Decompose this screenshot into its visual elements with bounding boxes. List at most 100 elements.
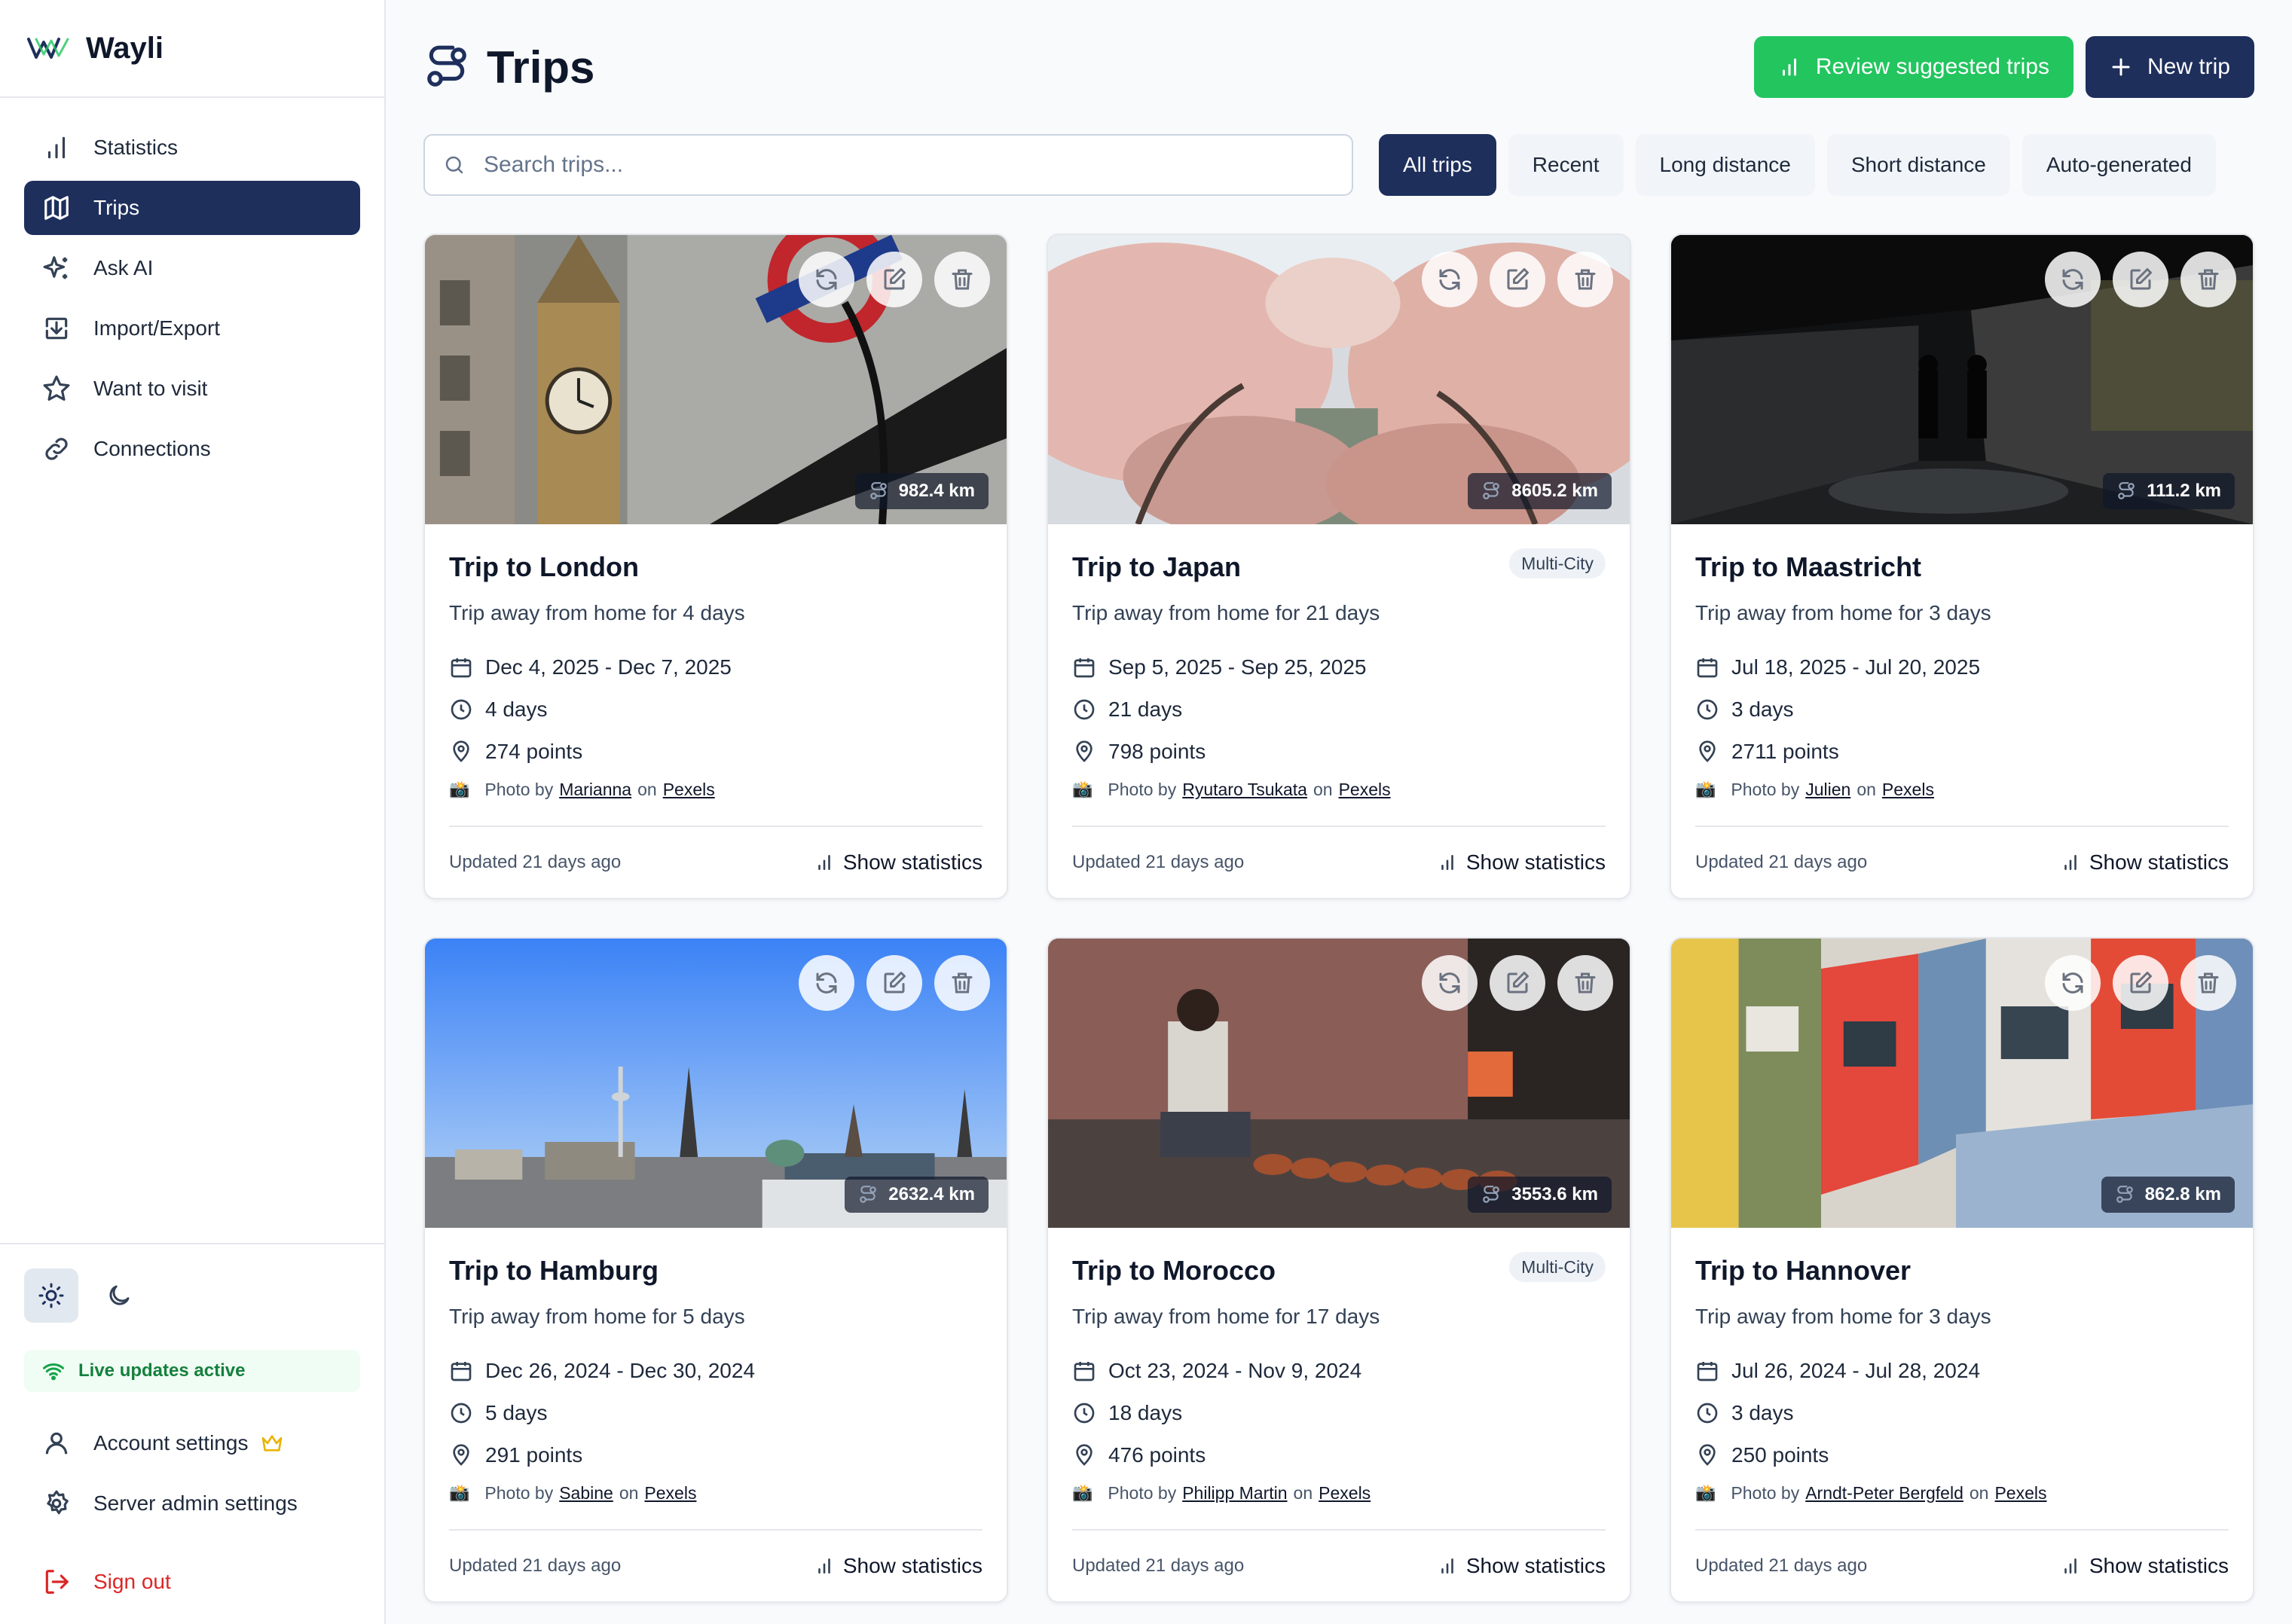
- dark-theme-button[interactable]: [92, 1268, 146, 1323]
- card-description: Trip away from home for 3 days: [1695, 601, 1991, 624]
- edit-button[interactable]: [866, 252, 922, 307]
- edit-button[interactable]: [1490, 955, 1545, 1011]
- points-text: 274 points: [485, 740, 583, 763]
- date-range: Sep 5, 2025 - Sep 25, 2025: [1072, 646, 1606, 688]
- edit-button[interactable]: [2113, 252, 2168, 307]
- filter-short-distance[interactable]: Short distance: [1826, 134, 2010, 196]
- sidebar-item-ask-ai[interactable]: Ask AI: [24, 241, 360, 295]
- photographer-link[interactable]: Marianna: [559, 780, 631, 800]
- delete-button[interactable]: [2180, 955, 2236, 1011]
- calendar-icon: [451, 1362, 472, 1381]
- distance-value: 3553.6 km: [1511, 1184, 1598, 1204]
- show-statistics-button[interactable]: Show statistics: [1438, 850, 1606, 875]
- filter-recent[interactable]: Recent: [1508, 134, 1624, 196]
- trash-icon: [1575, 269, 1596, 290]
- sign-out-button[interactable]: Sign out: [24, 1552, 360, 1612]
- duration-text: 21 days: [1108, 698, 1183, 721]
- show-statistics-button[interactable]: Show statistics: [2061, 850, 2229, 875]
- star-icon: [43, 375, 70, 401]
- distance-value: 982.4 km: [898, 481, 975, 501]
- show-statistics-button[interactable]: Show statistics: [814, 1554, 983, 1578]
- new-trip-button[interactable]: New trip: [2085, 36, 2254, 98]
- source-link[interactable]: Pexels: [644, 1483, 696, 1503]
- trip-card[interactable]: 111.2 km Trip to Maastricht Trip away fr…: [1670, 234, 2254, 899]
- sidebar-item-label: Connections: [93, 437, 211, 460]
- server-admin-settings-link[interactable]: Server admin settings: [24, 1473, 360, 1534]
- delete-button[interactable]: [2180, 252, 2236, 307]
- crown-icon: [262, 1435, 283, 1452]
- photo-credit: 📸 Photo by Marianna on Pexels: [449, 774, 983, 804]
- search-input[interactable]: [484, 152, 1313, 178]
- edit-button[interactable]: [866, 955, 922, 1011]
- refresh-button[interactable]: [799, 252, 854, 307]
- sun-icon: [38, 1283, 64, 1308]
- filter-all-trips[interactable]: All trips: [1379, 134, 1496, 196]
- source-link[interactable]: Pexels: [663, 780, 715, 800]
- delete-button[interactable]: [1557, 252, 1613, 307]
- card-description: Trip away from home for 17 days: [1072, 1305, 1380, 1328]
- points-text: 291 points: [485, 1443, 583, 1467]
- trip-card[interactable]: 2632.4 km Trip to Hamburg Trip away from…: [423, 937, 1008, 1603]
- points: 274 points: [449, 731, 983, 773]
- card-body: Trip to Morocco Multi-City Trip away fro…: [1048, 1228, 1630, 1508]
- refresh-button[interactable]: [2045, 955, 2101, 1011]
- trip-card[interactable]: 3553.6 km Trip to Morocco Multi-City Tri…: [1047, 937, 1631, 1603]
- camera-icon: 📸: [449, 1483, 470, 1502]
- edit-button[interactable]: [2113, 955, 2168, 1011]
- light-theme-button[interactable]: [24, 1268, 78, 1323]
- card-footer: Updated 21 days ago Show statistics: [1695, 1529, 2229, 1601]
- account-settings-link[interactable]: Account settings: [24, 1413, 360, 1473]
- photographer-link[interactable]: Arndt-Peter Bergfeld: [1805, 1483, 1963, 1503]
- trip-card[interactable]: 8605.2 km Trip to Japan Multi-City Trip …: [1047, 234, 1631, 899]
- on-label: on: [1293, 1482, 1313, 1503]
- edit-button[interactable]: [1490, 252, 1545, 307]
- delete-button[interactable]: [934, 252, 990, 307]
- route-icon: [860, 1186, 877, 1203]
- updated-text: Updated 21 days ago: [1695, 852, 1868, 872]
- photo-by-label: Photo by: [1108, 779, 1177, 799]
- show-statistics-label: Show statistics: [2089, 850, 2229, 874]
- sidebar-item-trips[interactable]: Trips: [24, 181, 360, 235]
- card-meta: Oct 23, 2024 - Nov 9, 2024 18 days 476 p…: [1072, 1350, 1606, 1508]
- photographer-link[interactable]: Philipp Martin: [1182, 1483, 1287, 1503]
- refresh-button[interactable]: [1422, 252, 1478, 307]
- photographer-link[interactable]: Sabine: [559, 1483, 613, 1503]
- refresh-button[interactable]: [799, 955, 854, 1011]
- filter-long-distance[interactable]: Long distance: [1635, 134, 1815, 196]
- route-icon: [427, 45, 466, 87]
- wifi-icon: [43, 1363, 64, 1381]
- edit-icon: [2130, 972, 2152, 994]
- sidebar-item-label: Trips: [93, 196, 140, 219]
- refresh-button[interactable]: [2045, 252, 2101, 307]
- source-link[interactable]: Pexels: [1339, 780, 1391, 800]
- delete-button[interactable]: [934, 955, 990, 1011]
- plus-icon: [2112, 58, 2130, 76]
- trash-icon: [2198, 972, 2219, 994]
- show-statistics-button[interactable]: Show statistics: [1438, 1554, 1606, 1578]
- map-pin-icon: [1699, 1444, 1716, 1466]
- camera-icon: 📸: [1695, 1483, 1716, 1502]
- trip-card[interactable]: 862.8 km Trip to Hannover Trip away from…: [1670, 937, 2254, 1603]
- delete-button[interactable]: [1557, 955, 1613, 1011]
- source-link[interactable]: Pexels: [1882, 780, 1934, 800]
- clock-icon: [1074, 699, 1095, 720]
- photographer-link[interactable]: Julien: [1805, 780, 1850, 800]
- trip-photo: 2632.4 km: [425, 939, 1007, 1228]
- sidebar-item-want-to-visit[interactable]: Want to visit: [24, 362, 360, 416]
- filter-auto-generated[interactable]: Auto-generated: [2022, 134, 2216, 196]
- trip-card[interactable]: 982.4 km Trip to London Trip away from h…: [423, 234, 1008, 899]
- show-statistics-button[interactable]: Show statistics: [814, 850, 983, 875]
- sidebar-item-connections[interactable]: Connections: [24, 422, 360, 476]
- sidebar-item-statistics[interactable]: Statistics: [24, 121, 360, 175]
- trip-photo: 111.2 km: [1671, 235, 2253, 524]
- source-link[interactable]: Pexels: [1994, 1483, 2046, 1503]
- photographer-link[interactable]: Ryutaro Tsukata: [1182, 780, 1307, 800]
- source-link[interactable]: Pexels: [1319, 1483, 1371, 1503]
- show-statistics-button[interactable]: Show statistics: [2061, 1554, 2229, 1578]
- map-pin-icon: [1699, 740, 1716, 762]
- photo-credit: 📸 Photo by Ryutaro Tsukata on Pexels: [1072, 774, 1606, 804]
- refresh-button[interactable]: [1422, 955, 1478, 1011]
- review-suggested-trips-button[interactable]: Review suggested trips: [1753, 36, 2073, 98]
- brand[interactable]: Wayli: [0, 0, 384, 98]
- sidebar-item-import-export[interactable]: Import/Export: [24, 301, 360, 356]
